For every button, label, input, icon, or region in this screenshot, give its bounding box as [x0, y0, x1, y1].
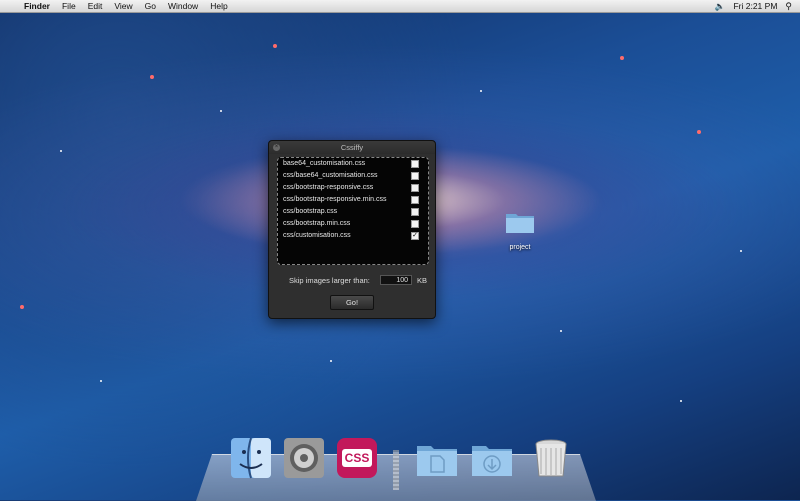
dock-system-preferences[interactable] — [282, 436, 326, 480]
dock-cssiffy[interactable]: CSS — [335, 436, 379, 480]
downloads-folder-icon — [472, 446, 512, 476]
close-icon[interactable]: × — [273, 144, 280, 151]
go-button[interactable]: Go! — [330, 295, 374, 310]
menu-help[interactable]: Help — [204, 0, 233, 12]
menu-view[interactable]: View — [108, 0, 138, 12]
desktop-folder-project[interactable]: project — [500, 208, 540, 256]
menu-finder[interactable]: Finder — [18, 0, 56, 12]
list-item: css/bootstrap.min.css — [283, 218, 423, 229]
star — [20, 305, 24, 309]
spotlight-search-icon[interactable]: ⚲ — [785, 0, 792, 12]
file-checkbox[interactable] — [411, 172, 419, 180]
window-title: Cssiffy — [340, 143, 364, 152]
dock-documents-folder[interactable] — [415, 436, 459, 480]
dock-downloads-folder[interactable] — [470, 436, 514, 480]
list-item: css/bootstrap-responsive.css — [283, 182, 423, 193]
cssiffy-window: × Cssiffy base64_customisation.css css/b… — [268, 140, 436, 319]
list-item: base64_customisation.css — [283, 158, 423, 169]
menu-clock[interactable]: Fri 2:21 PM — [733, 0, 777, 12]
star — [273, 44, 277, 48]
menu-extras: 🔈 Fri 2:21 PM ⚲ — [715, 0, 792, 12]
file-name: css/bootstrap-responsive.css — [283, 184, 374, 191]
file-checkbox[interactable] — [411, 196, 419, 204]
volume-icon[interactable]: 🔈 — [715, 0, 726, 12]
menu-edit[interactable]: Edit — [82, 0, 109, 12]
star — [697, 130, 701, 134]
dock-finder[interactable] — [229, 436, 273, 480]
list-item: css/base64_customisation.css — [283, 170, 423, 181]
star — [150, 75, 154, 79]
finder-icon — [231, 437, 271, 479]
menu-go[interactable]: Go — [139, 0, 162, 12]
dock-trash[interactable] — [529, 436, 573, 480]
star — [100, 380, 102, 382]
skip-images-label: Skip images larger than: — [289, 276, 370, 285]
dock-separator — [393, 450, 399, 490]
menu-window[interactable]: Window — [162, 0, 204, 12]
file-checkbox[interactable] — [411, 208, 419, 216]
file-name: css/bootstrap-responsive.min.css — [283, 196, 387, 203]
css-app-icon: CSS — [337, 438, 377, 478]
menu-file[interactable]: File — [56, 0, 82, 12]
file-name: base64_customisation.css — [283, 160, 366, 167]
window-titlebar[interactable]: × Cssiffy — [269, 141, 435, 154]
file-name: css/customisation.css — [283, 232, 351, 239]
file-name: css/bootstrap.css — [283, 208, 338, 215]
file-name: css/bootstrap.min.css — [283, 220, 351, 227]
css-app-label: CSS — [341, 449, 373, 467]
star — [220, 110, 222, 112]
file-checkbox[interactable] — [411, 220, 419, 228]
file-checkbox[interactable] — [411, 160, 419, 168]
star — [480, 90, 482, 92]
folder-label: project — [509, 244, 531, 251]
css-file-list: base64_customisation.css css/base64_cust… — [277, 157, 429, 265]
file-name: css/base64_customisation.css — [283, 172, 378, 179]
folder-icon — [506, 214, 534, 233]
list-item: css/bootstrap.css — [283, 206, 423, 217]
star — [680, 400, 682, 402]
file-checkbox[interactable] — [411, 184, 419, 192]
star — [60, 150, 62, 152]
list-item: css/bootstrap-responsive.min.css — [283, 194, 423, 205]
star — [330, 360, 332, 362]
menu-bar: Finder File Edit View Go Window Help 🔈 F… — [0, 0, 800, 13]
documents-folder-icon — [417, 446, 457, 476]
star — [740, 250, 742, 252]
max-image-size-input[interactable] — [380, 275, 412, 285]
star — [620, 56, 624, 60]
list-item: css/customisation.css ✓ — [283, 230, 423, 241]
trash-icon — [535, 439, 567, 477]
gear-icon — [284, 438, 324, 478]
size-unit-label: KB — [417, 276, 428, 285]
star — [560, 330, 562, 332]
file-checkbox[interactable]: ✓ — [411, 232, 419, 240]
